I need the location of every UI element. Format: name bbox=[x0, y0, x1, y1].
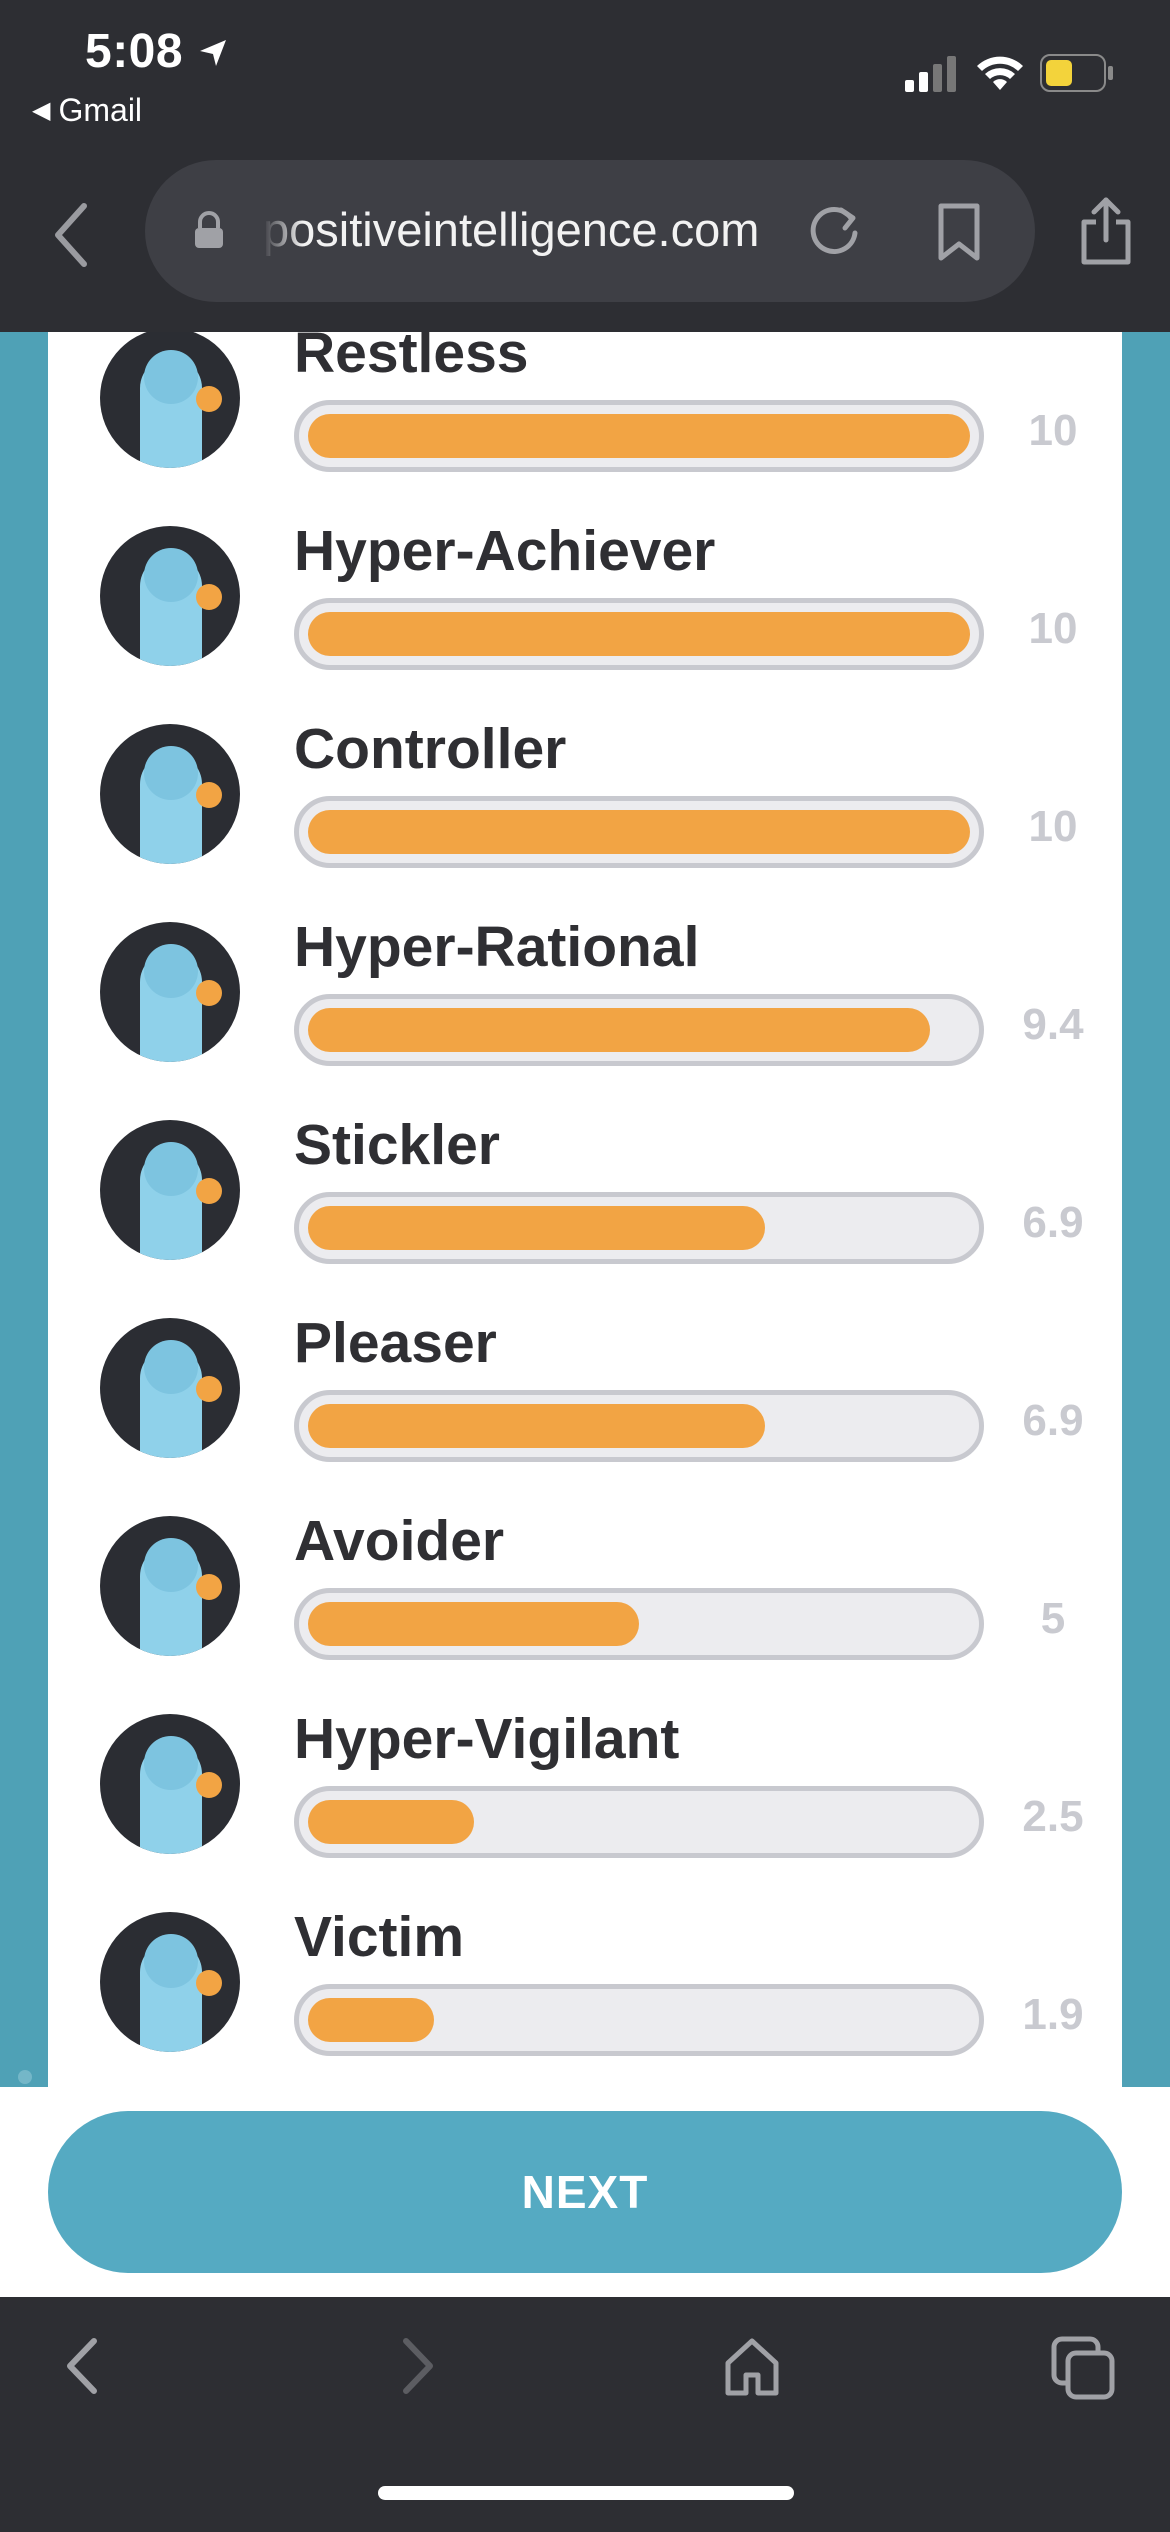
saboteur-scores-card: Restless 10 Hyper-Achiever 10 Controller 10 Hy… bbox=[48, 332, 1122, 2087]
score-bar bbox=[294, 1786, 984, 1858]
saboteur-row: Controller 10 bbox=[48, 716, 1122, 914]
saboteur-name: Avoider bbox=[294, 1509, 505, 1573]
saboteur-avatar-icon bbox=[100, 526, 240, 666]
score-value: 2.5 bbox=[1022, 1792, 1084, 1841]
address-bar[interactable]: positiveintelligence.com bbox=[145, 160, 1035, 302]
saboteur-row: Avoider 5 bbox=[48, 1508, 1122, 1706]
score-bar bbox=[294, 1192, 984, 1264]
cellular-signal-icon bbox=[905, 56, 956, 92]
score-bar bbox=[294, 1390, 984, 1462]
score-bar bbox=[294, 1984, 984, 2056]
score-bar-fill bbox=[308, 1404, 765, 1448]
score-bar-fill bbox=[308, 414, 970, 458]
score-value: 9.4 bbox=[1022, 1000, 1084, 1049]
saboteur-name: Controller bbox=[294, 717, 567, 781]
battery-icon bbox=[1040, 54, 1113, 92]
share-icon[interactable] bbox=[1078, 196, 1134, 266]
score-bar-fill bbox=[308, 612, 970, 656]
reload-icon[interactable] bbox=[805, 202, 863, 260]
home-icon[interactable] bbox=[722, 2335, 782, 2397]
score-bar-fill bbox=[308, 810, 970, 854]
saboteur-avatar-icon bbox=[100, 1318, 240, 1458]
score-value: 10 bbox=[1028, 802, 1078, 851]
saboteur-row: Restless 10 bbox=[48, 332, 1122, 518]
scroll-indicator bbox=[18, 2070, 32, 2084]
saboteur-avatar-icon bbox=[100, 1912, 240, 2052]
score-bar-fill bbox=[308, 1206, 765, 1250]
home-indicator bbox=[378, 2486, 794, 2500]
saboteur-name: Restless bbox=[294, 332, 529, 385]
saboteur-row: Hyper-Rational 9.4 bbox=[48, 914, 1122, 1112]
score-bar-fill bbox=[308, 1800, 474, 1844]
saboteur-name: Victim bbox=[294, 1905, 465, 1969]
wifi-icon bbox=[977, 56, 1023, 90]
score-bar bbox=[294, 1588, 984, 1660]
lock-icon bbox=[195, 211, 223, 248]
saboteur-avatar-icon bbox=[100, 724, 240, 864]
saboteur-avatar-icon bbox=[100, 1516, 240, 1656]
next-button[interactable]: NEXT bbox=[48, 2111, 1122, 2273]
saboteur-row: Victim 1.9 bbox=[48, 1904, 1122, 2087]
browser-toolbar: positiveintelligence.com bbox=[0, 150, 1170, 332]
saboteur-avatar-icon bbox=[100, 1714, 240, 1854]
score-value: 10 bbox=[1028, 604, 1078, 653]
saboteur-row: Pleaser 6.9 bbox=[48, 1310, 1122, 1508]
score-bar-fill bbox=[308, 1998, 434, 2042]
forward-icon[interactable] bbox=[398, 2335, 438, 2397]
saboteur-name: Hyper-Achiever bbox=[294, 519, 716, 583]
tabs-icon[interactable] bbox=[1050, 2335, 1116, 2401]
saboteur-avatar-icon bbox=[100, 332, 240, 468]
score-bar-fill bbox=[308, 1602, 639, 1646]
score-value: 1.9 bbox=[1022, 1990, 1084, 2039]
score-bar bbox=[294, 400, 984, 472]
score-value: 5 bbox=[1040, 1594, 1066, 1643]
saboteur-name: Hyper-Rational bbox=[294, 915, 700, 979]
saboteur-name: Pleaser bbox=[294, 1311, 497, 1375]
results-scroll-area[interactable]: Restless 10 Hyper-Achiever 10 Controller 10 Hy… bbox=[0, 332, 1170, 2087]
score-bar-fill bbox=[308, 1008, 930, 1052]
back-to-app-link[interactable]: ◀ Gmail bbox=[32, 92, 142, 129]
back-icon[interactable] bbox=[62, 2335, 102, 2397]
back-triangle-icon: ◀ bbox=[32, 97, 51, 124]
score-value: 10 bbox=[1028, 406, 1078, 455]
status-bar: 5:08 ◀ Gmail bbox=[0, 0, 1170, 150]
bookmark-icon[interactable] bbox=[935, 202, 983, 262]
saboteur-row: Hyper-Vigilant 2.5 bbox=[48, 1706, 1122, 1904]
saboteur-row: Stickler 6.9 bbox=[48, 1112, 1122, 1310]
score-bar bbox=[294, 598, 984, 670]
location-arrow-icon bbox=[200, 40, 226, 66]
score-bar bbox=[294, 796, 984, 868]
footer: NEXT bbox=[0, 2087, 1170, 2297]
score-value: 6.9 bbox=[1022, 1198, 1084, 1247]
back-app-label: Gmail bbox=[58, 92, 143, 128]
saboteur-name: Hyper-Vigilant bbox=[294, 1707, 680, 1771]
score-value: 6.9 bbox=[1022, 1396, 1084, 1445]
saboteur-avatar-icon bbox=[100, 1120, 240, 1260]
saboteur-name: Stickler bbox=[294, 1113, 500, 1177]
status-time: 5:08 bbox=[85, 25, 184, 78]
score-bar bbox=[294, 994, 984, 1066]
saboteur-row: Hyper-Achiever 10 bbox=[48, 518, 1122, 716]
saboteur-avatar-icon bbox=[100, 922, 240, 1062]
browser-back-icon[interactable] bbox=[50, 200, 90, 270]
